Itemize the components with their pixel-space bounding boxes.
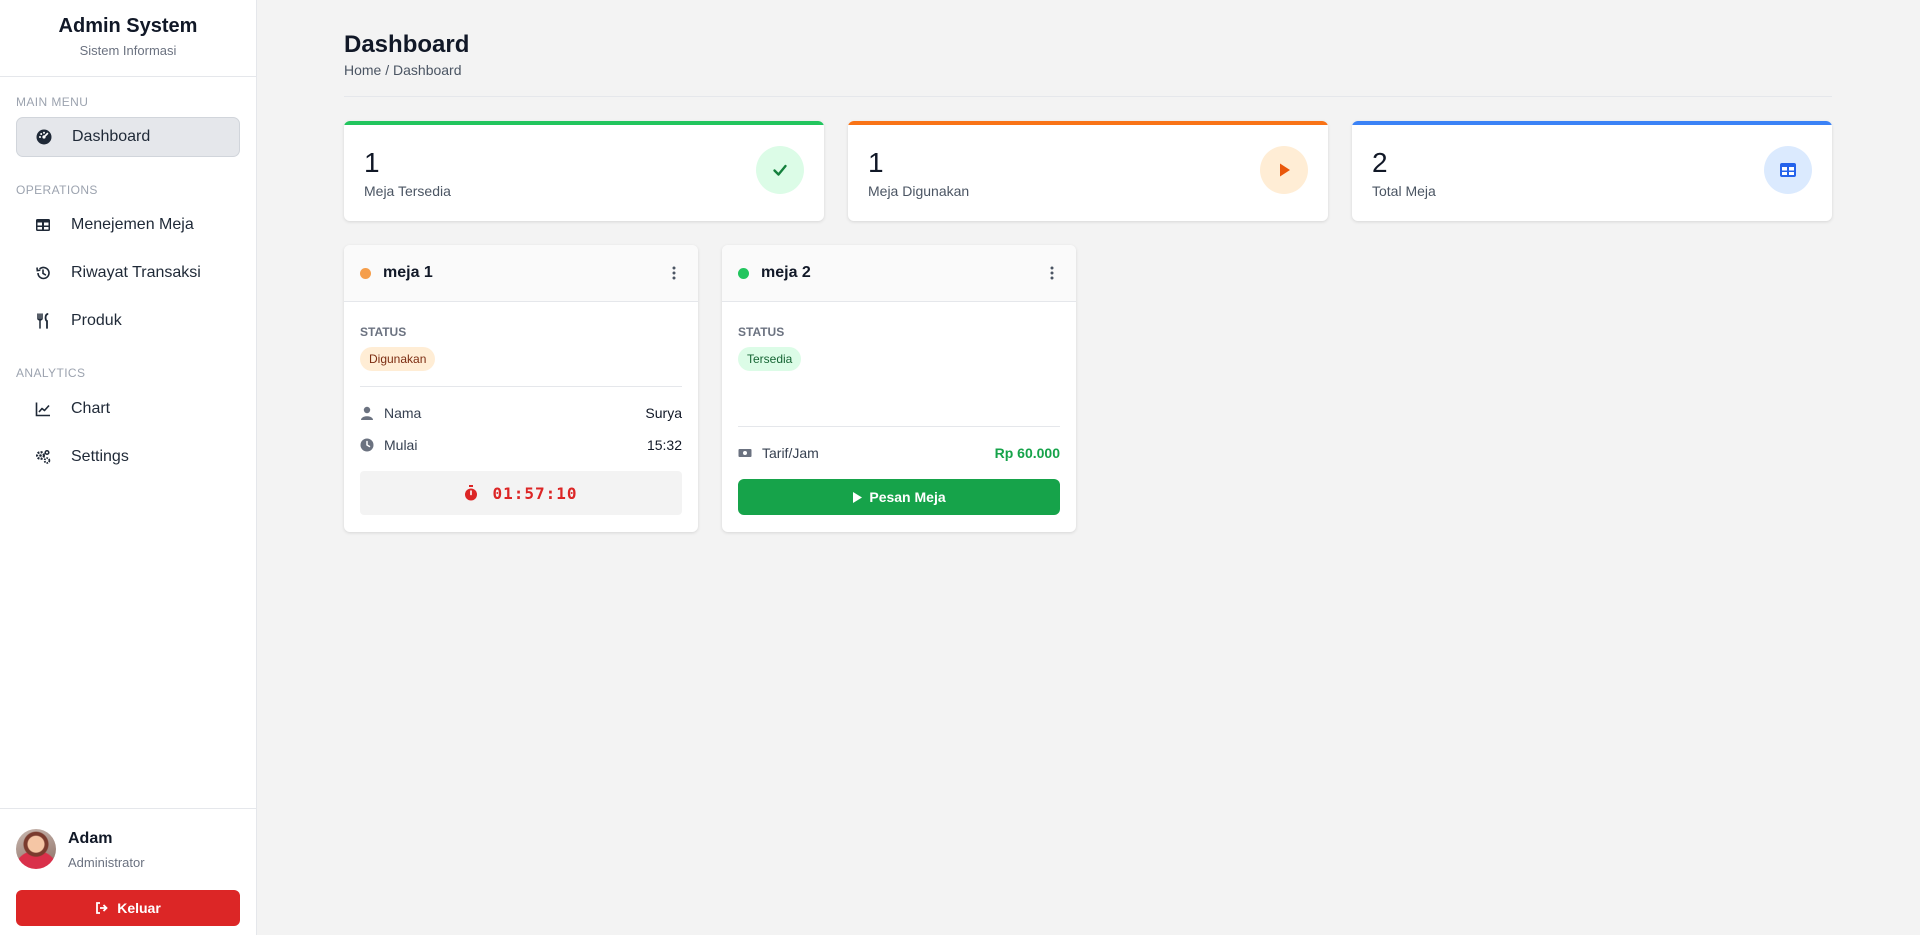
more-options-icon[interactable] <box>666 263 682 283</box>
gauge-icon <box>35 128 53 146</box>
sidebar-item-label: Riwayat Transaksi <box>71 264 201 281</box>
customer-row: Nama Surya <box>360 403 682 423</box>
sidebar-item-label: Menejemen Meja <box>71 216 194 233</box>
utensils-icon <box>34 312 52 330</box>
money-icon <box>738 446 752 460</box>
stat-value: 1 <box>364 147 380 178</box>
sidebar-item-label: Chart <box>71 400 111 417</box>
brand-title: Admin System <box>58 15 198 37</box>
start-label: Mulai <box>384 437 418 453</box>
logout-label: Keluar <box>117 900 161 916</box>
stat-label: Total Meja <box>1372 183 1436 199</box>
stat-value: 2 <box>1372 147 1388 178</box>
table-name: meja 1 <box>383 264 433 281</box>
status-badge: Digunakan <box>360 347 436 371</box>
status-dot <box>738 267 749 279</box>
breadcrumb: Home / Dashboard <box>344 62 462 78</box>
timer-value: 01:57:10 <box>492 483 578 503</box>
logout-button[interactable]: Keluar <box>16 890 240 926</box>
stat-label: Meja Digunakan <box>868 183 970 199</box>
rate-row: Tarif/Jam Rp 60.000 <box>738 443 1060 463</box>
stat-label: Meja Tersedia <box>364 183 451 199</box>
history-icon <box>34 264 52 282</box>
check-icon <box>756 146 804 194</box>
table-icon <box>34 216 52 234</box>
table-card-header: meja 2 <box>722 245 1076 302</box>
sign-out-icon <box>96 902 108 914</box>
start-row: Mulai 15:32 <box>360 435 682 455</box>
book-table-button[interactable]: Pesan Meja <box>738 479 1060 515</box>
table-icon <box>1764 146 1812 194</box>
customer-name: Surya <box>645 405 682 421</box>
stat-card-total: 2 Total Meja <box>1352 121 1832 221</box>
sidebar-item-produk[interactable]: Produk <box>16 301 240 341</box>
section-label-analytics: ANALYTICS <box>16 366 86 380</box>
status-label: STATUS <box>360 325 407 339</box>
status-dot <box>360 267 371 279</box>
table-card-meja-2: meja 2 STATUS Tersedia Tarif/Jam Rp 60.0… <box>722 245 1076 532</box>
stat-accent-bar <box>1352 121 1832 125</box>
rate-value: Rp 60.000 <box>994 445 1060 461</box>
sidebar-item-chart[interactable]: Chart <box>16 389 240 429</box>
sidebar-item-settings[interactable]: Settings <box>16 437 240 477</box>
sidebar: Admin System Sistem Informasi MAIN MENU … <box>0 0 257 935</box>
stat-card-available: 1 Meja Tersedia <box>344 121 824 221</box>
divider <box>360 386 682 387</box>
table-card-header: meja 1 <box>344 245 698 302</box>
table-name: meja 2 <box>761 264 811 281</box>
status-label: STATUS <box>738 325 785 339</box>
gears-icon <box>34 448 52 466</box>
play-icon <box>1260 146 1308 194</box>
sidebar-item-riwayat-transaksi[interactable]: Riwayat Transaksi <box>16 253 240 293</box>
more-options-icon[interactable] <box>1044 263 1060 283</box>
page-title: Dashboard <box>344 31 470 58</box>
book-table-label: Pesan Meja <box>869 489 946 505</box>
sidebar-item-label: Dashboard <box>72 128 151 145</box>
line-chart-icon <box>34 400 52 418</box>
avatar[interactable] <box>16 829 56 869</box>
start-time: 15:32 <box>646 437 682 453</box>
play-icon <box>853 491 863 503</box>
clock-icon <box>360 438 374 452</box>
stopwatch-icon <box>465 485 478 501</box>
stat-card-in-use: 1 Meja Digunakan <box>848 121 1328 221</box>
user-icon <box>360 406 374 420</box>
stat-value: 1 <box>868 147 884 178</box>
sidebar-item-label: Produk <box>71 312 122 329</box>
user-role: Administrator <box>68 855 145 870</box>
section-label-main-menu: MAIN MENU <box>16 95 89 109</box>
section-label-operations: OPERATIONS <box>16 183 98 197</box>
sidebar-item-dashboard[interactable]: Dashboard <box>16 117 240 157</box>
brand: Admin System Sistem Informasi <box>0 0 256 77</box>
stat-accent-bar <box>344 121 824 125</box>
customer-label: Nama <box>384 405 422 421</box>
user-panel: Adam Administrator Keluar <box>0 808 257 935</box>
sidebar-item-menejemen-meja[interactable]: Menejemen Meja <box>16 205 240 245</box>
status-badge: Tersedia <box>738 347 802 371</box>
table-card-meja-1: meja 1 STATUS Digunakan Nama Surya Mulai… <box>344 245 698 532</box>
user-name: Adam <box>68 830 113 847</box>
stat-accent-bar <box>848 121 1328 125</box>
sidebar-item-label: Settings <box>71 448 129 465</box>
brand-subtitle: Sistem Informasi <box>79 43 177 58</box>
divider <box>738 426 1060 427</box>
elapsed-timer: 01:57:10 <box>360 471 682 515</box>
header-divider <box>344 96 1832 97</box>
rate-label: Tarif/Jam <box>762 445 819 461</box>
